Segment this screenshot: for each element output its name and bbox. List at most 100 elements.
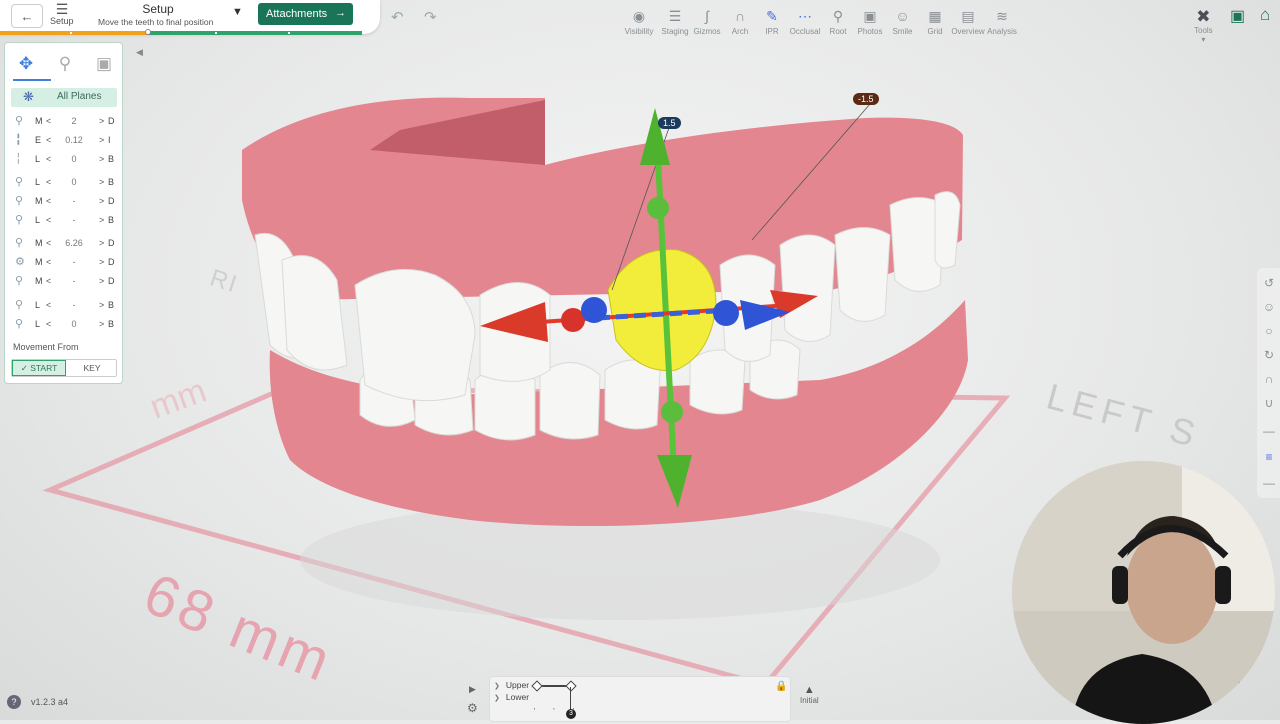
help-icon[interactable]: ? bbox=[7, 695, 21, 709]
decrease-button[interactable]: < bbox=[46, 196, 51, 206]
redo-icon[interactable]: ↷ bbox=[424, 8, 437, 26]
row-value-input[interactable]: - bbox=[61, 276, 87, 286]
row-left-label: M bbox=[35, 257, 43, 267]
row-value-input[interactable]: - bbox=[61, 300, 87, 310]
planes-label: All Planes bbox=[57, 91, 102, 102]
row-right-label: B bbox=[108, 177, 115, 187]
decrease-button[interactable]: < bbox=[46, 177, 51, 187]
progress-tick bbox=[70, 32, 72, 34]
tooth-root-icon[interactable]: ⚲ bbox=[54, 53, 76, 75]
lock-icon[interactable]: 🔒 bbox=[775, 681, 787, 692]
key-option[interactable]: KEY bbox=[67, 360, 117, 376]
rotate-right-view-icon[interactable]: ↻ bbox=[1261, 348, 1277, 362]
front-view-icon[interactable]: ☺ bbox=[1261, 300, 1277, 314]
toolbar-analysis[interactable]: ≋ Analysis bbox=[985, 8, 1019, 36]
circle-view-icon[interactable]: ○ bbox=[1261, 324, 1277, 338]
back-button[interactable]: ← bbox=[11, 4, 43, 28]
row-left-label: L bbox=[35, 215, 41, 225]
toolbar-smile[interactable]: ☺ Smile bbox=[886, 8, 919, 36]
decrease-button[interactable]: < bbox=[46, 300, 51, 310]
decrease-button[interactable]: < bbox=[46, 215, 51, 225]
toolbar-overview[interactable]: ▤ Overview bbox=[951, 8, 985, 36]
lower-track[interactable]: ❯ Lower bbox=[494, 692, 529, 702]
toolbar-photos[interactable]: ▣ Photos bbox=[854, 8, 886, 36]
upper-arch-icon[interactable]: ∩ bbox=[1261, 372, 1277, 386]
increase-button[interactable]: > bbox=[99, 300, 104, 310]
home-icon[interactable]: ⌂ bbox=[1260, 5, 1270, 25]
decrease-button[interactable]: < bbox=[46, 116, 51, 126]
measurement-tag-b[interactable]: -1.5 bbox=[853, 93, 879, 105]
increase-button[interactable]: > bbox=[99, 238, 104, 248]
row-value-input[interactable]: - bbox=[61, 257, 87, 267]
step-dropdown[interactable]: ▼ bbox=[232, 6, 243, 18]
increase-button[interactable]: > bbox=[99, 257, 104, 267]
increase-button[interactable]: > bbox=[99, 276, 104, 286]
row-value-input[interactable]: 0 bbox=[61, 177, 87, 187]
increase-button[interactable]: > bbox=[99, 154, 104, 164]
toolbar-arch[interactable]: ∩ Arch bbox=[724, 8, 756, 36]
row-value-input[interactable]: - bbox=[61, 215, 87, 225]
arch-icon: ∩ bbox=[734, 8, 746, 24]
setup-menu-label[interactable]: Setup bbox=[50, 16, 74, 26]
toolbar-label: Smile bbox=[892, 27, 913, 36]
upper-track[interactable]: ❯ Upper bbox=[494, 680, 529, 690]
save-icon[interactable]: ▣ bbox=[1230, 6, 1248, 25]
increase-button[interactable]: > bbox=[99, 116, 104, 126]
toolbar-staging[interactable]: ☰ Staging bbox=[660, 8, 690, 36]
increase-button[interactable]: > bbox=[99, 135, 104, 145]
tooth-axis-icon: ⚙ bbox=[15, 256, 25, 268]
row-value-input[interactable]: 6.26 bbox=[61, 238, 87, 248]
row-value-input[interactable]: 0.12 bbox=[61, 135, 87, 145]
focus-icon[interactable]: ▣ bbox=[93, 53, 115, 75]
toolbar-label: Overview bbox=[951, 27, 985, 36]
increase-button[interactable]: > bbox=[99, 177, 104, 187]
toolbar-label: Visibility bbox=[624, 27, 654, 36]
row-value-input[interactable]: 0 bbox=[61, 154, 87, 164]
current-stage-number[interactable]: 3 bbox=[566, 709, 576, 719]
initial-button[interactable]: ▲ Initial bbox=[800, 684, 819, 705]
decrease-button[interactable]: < bbox=[46, 238, 51, 248]
step-progress-bar[interactable] bbox=[0, 29, 362, 35]
decrease-button[interactable]: < bbox=[46, 276, 51, 286]
collapse-panel-icon[interactable]: ◀ bbox=[136, 47, 143, 58]
row-value-input[interactable]: 2 bbox=[61, 116, 87, 126]
toolbar-occlusal[interactable]: ⋯ Occlusal bbox=[788, 8, 822, 36]
move-icon[interactable]: ✥ bbox=[15, 53, 37, 75]
toolbar-grid[interactable]: ▦ Grid bbox=[919, 8, 951, 36]
row-value-input[interactable]: - bbox=[61, 196, 87, 206]
play-icon[interactable]: ▶ bbox=[469, 684, 476, 695]
row-right-label: B bbox=[108, 300, 115, 310]
rotate-left-view-icon[interactable]: ↺ bbox=[1261, 276, 1277, 290]
tools-menu[interactable]: ✖ Tools ▾ bbox=[1194, 8, 1213, 45]
row-right-label: I bbox=[108, 135, 111, 145]
decrease-button[interactable]: < bbox=[46, 257, 51, 267]
increase-button[interactable]: > bbox=[99, 319, 104, 329]
decrease-button[interactable]: < bbox=[46, 135, 51, 145]
decrease-button[interactable]: < bbox=[46, 154, 51, 164]
stage-end-marker[interactable] bbox=[565, 680, 577, 692]
movement-row: ⚲ M < - > D bbox=[11, 274, 119, 290]
row-value-input[interactable]: 0 bbox=[61, 319, 87, 329]
staging-timeline[interactable]: ❯ Upper ❯ Lower ' ' ' 3 🔒 bbox=[489, 676, 791, 722]
decrease-button[interactable]: < bbox=[46, 319, 51, 329]
both-arches-icon[interactable]: ≡ bbox=[1261, 450, 1277, 464]
toolbar-ipr[interactable]: ✎ IPR bbox=[756, 8, 788, 36]
increase-button[interactable]: > bbox=[99, 196, 104, 206]
lower-arch-icon[interactable]: ∪ bbox=[1261, 396, 1277, 410]
increase-button[interactable]: > bbox=[99, 215, 104, 225]
stage-start-marker[interactable] bbox=[531, 680, 543, 692]
undo-icon[interactable]: ↶ bbox=[391, 8, 404, 26]
separator-line-icon[interactable]: — bbox=[1261, 424, 1277, 438]
all-planes-button[interactable]: ❋ All Planes bbox=[11, 88, 117, 107]
attachments-next-button[interactable]: Attachments → bbox=[258, 3, 353, 25]
bottom-line-icon[interactable]: — bbox=[1261, 476, 1277, 490]
tooth-axis-icon: ⚲ bbox=[15, 176, 24, 188]
toolbar-visibility[interactable]: ◉ Visibility bbox=[618, 8, 660, 36]
progress-marker[interactable] bbox=[145, 29, 152, 35]
gear-icon[interactable]: ⚙ bbox=[467, 701, 478, 715]
movement-panel: ✥ ⚲ ▣ ❋ All Planes ⚲ M <2 > D ╏ E <0.12 > I ╎ L <0 > B… bbox=[4, 42, 123, 384]
toolbar-gizmos[interactable]: ∫ Gizmos bbox=[690, 8, 724, 36]
toolbar-root[interactable]: ⚲ Root bbox=[822, 8, 854, 36]
start-option[interactable]: ✓ START bbox=[12, 360, 66, 376]
measurement-tag-a[interactable]: 1.5 bbox=[658, 117, 681, 129]
